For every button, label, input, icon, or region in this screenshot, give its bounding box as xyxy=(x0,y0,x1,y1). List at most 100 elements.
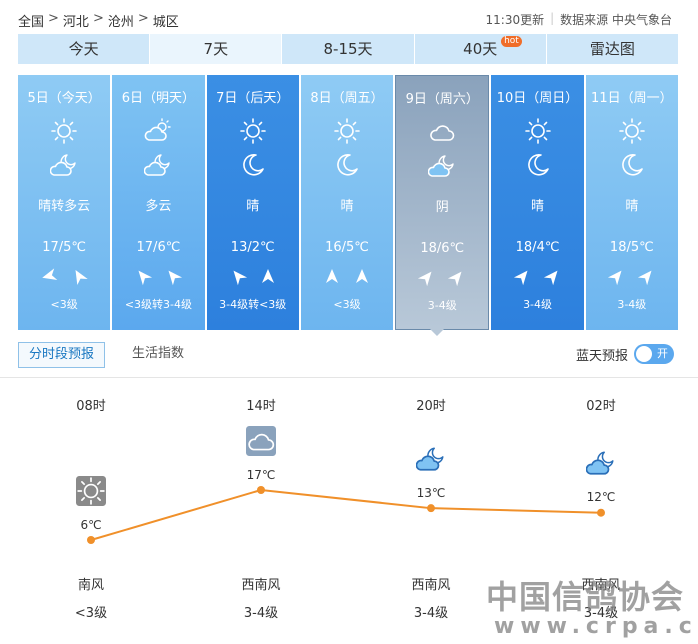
meta-divider: | xyxy=(550,11,555,25)
breadcrumb-separator: > xyxy=(92,11,104,26)
partly-cloudy-night-icon xyxy=(586,451,614,475)
hour-temp: 17℃ xyxy=(246,468,276,482)
day-condition: 多云 xyxy=(145,199,172,214)
tab-life-index[interactable]: 生活指数 xyxy=(122,342,194,368)
wind-directions xyxy=(301,268,393,284)
blue-sky-toggle[interactable]: 开 xyxy=(634,344,674,364)
wind-directions xyxy=(207,266,299,286)
wind-directions xyxy=(586,266,678,286)
tab-7days[interactable]: 7天 xyxy=(150,34,282,64)
toggle-state: 开 xyxy=(657,347,668,360)
watermark-url: www.crpa.cn xyxy=(494,614,698,639)
daily-forecast: 5日（今天） 晴转多云 17/5℃ <3级 6日（明天） 多云 17/6℃ <3… xyxy=(18,75,678,330)
update-meta: 11:30更新 | 数据来源 中央气象台 xyxy=(486,11,672,28)
day-date: 7日（后天） xyxy=(216,91,290,106)
day-date: 10日（周日） xyxy=(496,91,579,106)
wind-arrow-icon xyxy=(164,266,183,286)
watermark-title: 中国信鸽协会 xyxy=(486,578,685,616)
day-condition: 阴 xyxy=(435,200,449,215)
sun-icon xyxy=(334,118,360,144)
hour-time: 14时 xyxy=(246,399,276,414)
day-condition: 晴 xyxy=(340,199,354,214)
breadcrumb-item-district: 城区 xyxy=(152,15,179,30)
watermark-logo: 中国信鸽协会 www.crpa.cn xyxy=(486,572,698,639)
day-date: 9日（周六） xyxy=(405,92,479,107)
wind-arrow-icon xyxy=(543,266,562,286)
update-time: 11:30更新 xyxy=(485,13,545,27)
day-condition: 晴转多云 xyxy=(38,199,91,214)
sun-icon xyxy=(239,118,266,144)
wind-level: 3-4级转<3级 xyxy=(219,298,287,311)
wind-directions xyxy=(112,266,204,286)
wind-arrow-icon xyxy=(325,269,338,283)
sun-icon xyxy=(51,118,77,144)
wind-level: <3级转3-4级 xyxy=(124,298,193,311)
hour-time: 08时 xyxy=(76,399,106,414)
partly-cloudy-night-icon xyxy=(428,155,455,177)
day-card[interactable]: 6日（明天） 多云 17/6℃ <3级转3-4级 xyxy=(112,75,205,330)
hour-wind: 西南风 xyxy=(241,578,281,593)
tab-label: 7天 xyxy=(203,40,229,58)
tab-40days[interactable]: 40天 hot xyxy=(414,34,546,64)
day-card-selected[interactable]: 9日（周六） 阴 18/6℃ 3-4级 xyxy=(395,75,490,330)
blue-sky-toggle-group: 蓝天预报 开 xyxy=(576,344,674,364)
hour-wind: 西南风 xyxy=(411,578,451,593)
temperature-point xyxy=(427,504,435,513)
tab-radar[interactable]: 雷达图 xyxy=(546,34,679,64)
partly-cloudy-night-icon xyxy=(416,447,444,471)
wind-arrow-icon xyxy=(448,267,467,287)
breadcrumb: 全国 > 河北 > 沧州 > 城区 xyxy=(18,11,179,30)
sun-icon xyxy=(76,476,106,506)
day-card[interactable]: 11日（周一） 晴 18/5℃ 3-4级 xyxy=(585,75,678,330)
day-card[interactable]: 7日（后天） 晴 13/2℃ 3-4级转<3级 xyxy=(206,75,299,330)
wind-directions xyxy=(491,266,583,286)
breadcrumb-item-country[interactable]: 全国 xyxy=(18,11,44,30)
day-temp: 18/6℃ xyxy=(420,241,465,256)
moon-icon xyxy=(527,153,549,176)
day-card[interactable]: 5日（今天） 晴转多云 17/5℃ <3级 xyxy=(18,75,111,330)
wind-arrow-icon xyxy=(355,269,368,283)
wind-level: 3-4级 xyxy=(523,298,553,311)
wind-arrow-icon xyxy=(228,266,247,286)
day-card[interactable]: 10日（周日） 晴 18/4℃ 3-4级 xyxy=(491,75,584,330)
top-bar: 全国 > 河北 > 沧州 > 城区 11:30更新 | 数据来源 中央气象台 xyxy=(0,0,698,34)
tab-today[interactable]: 今天 xyxy=(18,34,150,64)
hour-temp: 12℃ xyxy=(586,490,616,504)
wind-level: <3级 xyxy=(333,298,361,311)
tab-hourly-forecast[interactable]: 分时段预报 xyxy=(18,342,106,368)
day-temp: 18/5℃ xyxy=(609,240,654,255)
temperature-point xyxy=(597,508,605,517)
hour-wind-level: <3级 xyxy=(74,606,108,621)
cloudy-icon xyxy=(430,125,455,141)
breadcrumb-item-city[interactable]: 沧州 xyxy=(108,11,134,30)
wind-arrow-icon xyxy=(607,266,626,286)
day-date: 8日（周五） xyxy=(310,91,384,106)
moon-icon xyxy=(621,153,643,176)
wind-level: 3-4级 xyxy=(617,298,647,311)
day-condition: 晴 xyxy=(246,199,260,214)
day-date: 5日（今天） xyxy=(27,91,101,106)
moon-icon xyxy=(337,153,358,176)
day-temp: 17/5℃ xyxy=(42,240,87,255)
wind-arrow-icon xyxy=(637,266,656,286)
sun-icon xyxy=(524,118,551,144)
wind-arrow-icon xyxy=(513,266,532,286)
detail-tabs: 分时段预报 生活指数 蓝天预报 开 xyxy=(18,342,678,370)
tab-8-15days[interactable]: 8-15天 xyxy=(282,34,414,64)
breadcrumb-item-province[interactable]: 河北 xyxy=(63,11,89,30)
wind-arrow-icon xyxy=(418,267,437,287)
day-card[interactable]: 8日（周五） 晴 16/5℃ <3级 xyxy=(300,75,394,330)
day-date: 11日（周一） xyxy=(591,91,673,106)
toggle-knob xyxy=(636,346,652,362)
hot-badge: hot xyxy=(501,36,522,47)
day-temp: 17/6℃ xyxy=(136,240,181,255)
hour-temp: 13℃ xyxy=(416,486,446,500)
wind-arrow-icon xyxy=(40,268,58,284)
partly-cloudy-night-icon xyxy=(144,154,171,176)
wind-level: 3-4级 xyxy=(427,299,457,312)
selected-day-pointer xyxy=(430,329,444,336)
tab-label: 今天 xyxy=(68,40,99,58)
temperature-line xyxy=(90,488,602,541)
day-temp: 16/5℃ xyxy=(325,240,369,255)
temperature-point xyxy=(87,536,95,544)
